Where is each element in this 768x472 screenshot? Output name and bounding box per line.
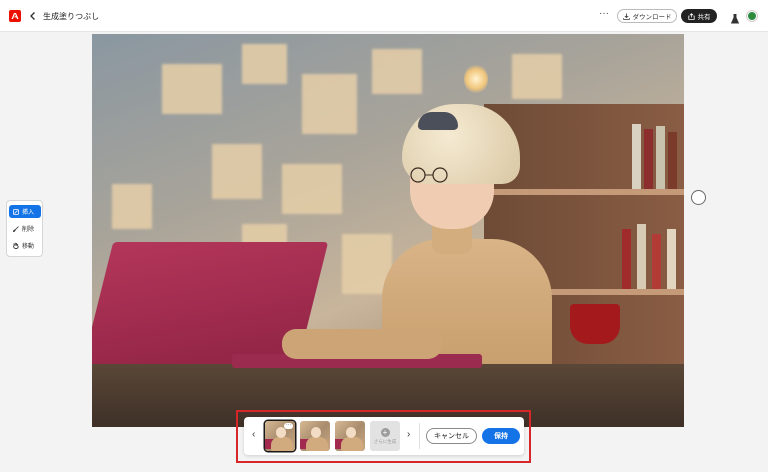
thumb-head	[276, 427, 286, 438]
tool-remove-button[interactable]: 削除	[9, 222, 41, 235]
photo-book	[644, 129, 653, 189]
flask-icon[interactable]	[730, 11, 740, 24]
thumbnail-menu-button[interactable]: ···	[284, 423, 293, 429]
canvas-handle-circle[interactable]	[691, 190, 706, 205]
keep-button[interactable]: 保持	[482, 428, 520, 444]
share-button[interactable]: 共有	[681, 9, 717, 23]
divider	[419, 423, 420, 449]
thumb-head	[311, 427, 321, 438]
variant-thumbnail[interactable]	[300, 421, 330, 451]
prev-variant-button[interactable]: ‹	[252, 429, 255, 440]
tool-move-label: 移動	[22, 244, 35, 250]
share-label: 共有	[697, 14, 711, 21]
back-chevron-icon[interactable]	[28, 9, 38, 23]
download-button[interactable]: ダウンロード	[617, 9, 677, 23]
variant-panel: ‹ ··· + さらに生成 › キャンセル 保持	[244, 417, 524, 455]
brush-icon	[13, 225, 19, 232]
photo-person-arms	[282, 329, 442, 359]
insert-icon	[13, 208, 19, 215]
photo-paper	[112, 184, 152, 229]
photo-book	[656, 126, 665, 189]
top-bar: 生成塗りつぶし ··· ダウンロード 共有	[0, 0, 768, 32]
adobe-logo-icon[interactable]	[9, 10, 21, 22]
variant-thumbnail[interactable]	[335, 421, 365, 451]
photo-shelf-board	[484, 189, 684, 195]
download-icon	[622, 13, 630, 20]
photo-person-hair-dark	[418, 112, 458, 130]
generate-more-label: さらに生成	[373, 438, 397, 444]
photo-book	[632, 124, 641, 189]
tool-insert-button[interactable]: 挿入	[9, 205, 41, 218]
thumb-person	[271, 437, 293, 451]
more-options-button[interactable]: ···	[599, 8, 609, 19]
photo-paper	[242, 44, 287, 84]
variant-thumbnail[interactable]: ···	[265, 421, 295, 451]
photo-paper	[512, 54, 562, 99]
page-title: 生成塗りつぶし	[43, 12, 100, 21]
photo-paper	[302, 74, 357, 134]
image-canvas[interactable]	[92, 34, 684, 427]
photo-book	[667, 229, 676, 289]
next-variant-button[interactable]: ›	[407, 429, 410, 440]
thumb-head	[346, 427, 356, 438]
photo-lamp	[464, 64, 488, 94]
photo-book	[668, 132, 677, 189]
tool-remove-label: 削除	[22, 227, 35, 233]
photo-glasses	[410, 167, 448, 183]
photo-book	[622, 229, 631, 289]
tool-insert-label: 挿入	[22, 210, 35, 216]
share-icon	[687, 12, 695, 20]
tool-move-button[interactable]: 移動	[9, 239, 41, 252]
generate-more-button[interactable]: + さらに生成	[370, 421, 400, 451]
cancel-button[interactable]: キャンセル	[426, 428, 477, 444]
photo-paper	[372, 49, 422, 94]
thumb-person	[306, 437, 328, 451]
download-label: ダウンロード	[632, 14, 672, 21]
hand-icon	[13, 242, 19, 249]
thumb-person	[341, 437, 363, 451]
photo-book	[652, 234, 661, 289]
tool-panel: 挿入 削除 移動	[6, 200, 43, 257]
photo-book	[637, 224, 646, 289]
photo-paper	[162, 64, 222, 114]
photo-paper	[212, 144, 262, 199]
avatar[interactable]	[747, 11, 757, 21]
photo-paper	[282, 164, 342, 214]
photo-cup	[570, 304, 620, 344]
plus-icon: +	[380, 427, 390, 437]
